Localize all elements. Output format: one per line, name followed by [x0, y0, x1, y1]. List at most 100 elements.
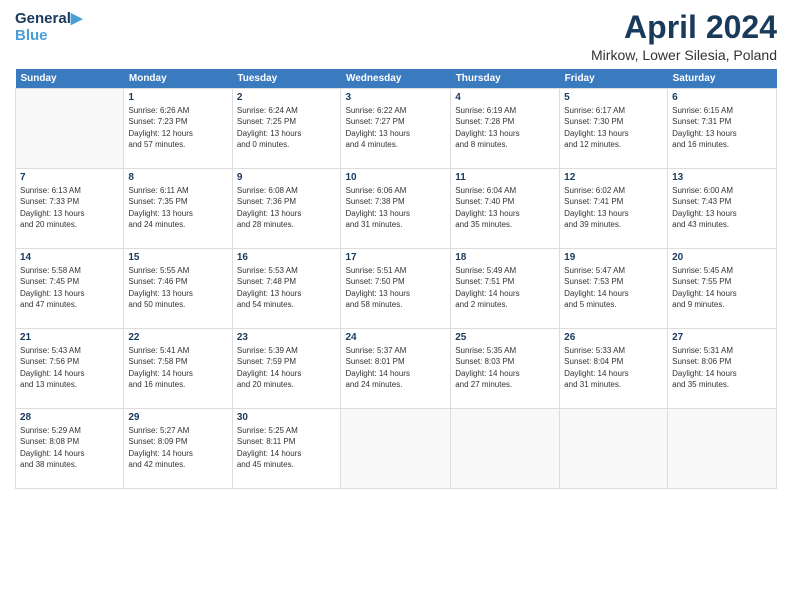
day-cell: 10 Sunrise: 6:06 AM Sunset: 7:38 PM Dayli…: [341, 169, 451, 249]
day-info: Sunrise: 6:13 AM Sunset: 7:33 PM Dayligh…: [20, 185, 119, 230]
day-cell: [560, 409, 668, 489]
header-saturday: Saturday: [668, 69, 777, 89]
week-row-3: 14 Sunrise: 5:58 AM Sunset: 7:45 PM Dayli…: [16, 249, 777, 329]
day-number: 10: [345, 172, 446, 183]
day-number: 16: [237, 252, 337, 263]
day-number: 28: [20, 412, 119, 423]
day-cell: 27Sunrise: 5:31 AM Sunset: 8:06 PM Dayli…: [668, 329, 777, 409]
day-cell: 29 Sunrise: 5:27 AM Sunset: 8:09 PM Dayli…: [124, 409, 232, 489]
day-number: 27: [672, 332, 772, 343]
day-cell: [668, 409, 777, 489]
day-info: Sunrise: 6:11 AM Sunset: 7:35 PM Dayligh…: [128, 185, 227, 230]
day-info: Sunrise: 5:47 AM Sunset: 7:53 PM Dayligh…: [564, 265, 663, 310]
day-number: 26: [564, 332, 663, 343]
day-number: 17: [345, 252, 446, 263]
day-number: 20: [672, 252, 772, 263]
day-cell: 28 Sunrise: 5:29 AM Sunset: 8:08 PM Dayli…: [16, 409, 124, 489]
day-info: Sunrise: 6:19 AM Sunset: 7:28 PM Dayligh…: [455, 105, 555, 150]
day-cell: 21 Sunrise: 5:43 AM Sunset: 7:56 PM Dayli…: [16, 329, 124, 409]
day-number: 8: [128, 172, 227, 183]
day-cell: 16Sunrise: 5:53 AM Sunset: 7:48 PM Dayli…: [232, 249, 341, 329]
day-cell: 4 Sunrise: 6:19 AM Sunset: 7:28 PM Daylig…: [451, 89, 560, 169]
day-info: Sunrise: 5:33 AM Sunset: 8:04 PM Dayligh…: [564, 345, 663, 390]
day-info: Sunrise: 6:02 AM Sunset: 7:41 PM Dayligh…: [564, 185, 663, 230]
day-info: Sunrise: 6:00 AM Sunset: 7:43 PM Dayligh…: [672, 185, 772, 230]
day-number: 18: [455, 252, 555, 263]
day-info: Sunrise: 5:45 AM Sunset: 7:55 PM Dayligh…: [672, 265, 772, 310]
day-number: 22: [128, 332, 227, 343]
day-info: Sunrise: 6:17 AM Sunset: 7:30 PM Dayligh…: [564, 105, 663, 150]
day-number: 2: [237, 92, 337, 103]
day-number: 14: [20, 252, 119, 263]
header-monday: Monday: [124, 69, 232, 89]
header-friday: Friday: [560, 69, 668, 89]
day-number: 24: [345, 332, 446, 343]
day-number: 9: [237, 172, 337, 183]
day-number: 5: [564, 92, 663, 103]
day-info: Sunrise: 5:43 AM Sunset: 7:56 PM Dayligh…: [20, 345, 119, 390]
day-cell: 19 Sunrise: 5:47 AM Sunset: 7:53 PM Dayli…: [560, 249, 668, 329]
header-wednesday: Wednesday: [341, 69, 451, 89]
day-number: 19: [564, 252, 663, 263]
day-info: Sunrise: 6:26 AM Sunset: 7:23 PM Dayligh…: [128, 105, 227, 150]
day-cell: 20 Sunrise: 5:45 AM Sunset: 7:55 PM Dayli…: [668, 249, 777, 329]
day-number: 23: [237, 332, 337, 343]
day-info: Sunrise: 6:22 AM Sunset: 7:27 PM Dayligh…: [345, 105, 446, 150]
day-cell: 23 Sunrise: 5:39 AM Sunset: 7:59 PM Dayli…: [232, 329, 341, 409]
calendar-page: General▶ Blue April 2024 Mirkow, Lower S…: [0, 0, 792, 612]
calendar-table: Sunday Monday Tuesday Wednesday Thursday…: [15, 69, 777, 489]
day-info: Sunrise: 6:06 AM Sunset: 7:38 PM Dayligh…: [345, 185, 446, 230]
day-cell: 3Sunrise: 6:22 AM Sunset: 7:27 PM Daylig…: [341, 89, 451, 169]
location: Mirkow, Lower Silesia, Poland: [591, 47, 777, 63]
day-number: 12: [564, 172, 663, 183]
day-cell: 26 Sunrise: 5:33 AM Sunset: 8:04 PM Dayli…: [560, 329, 668, 409]
day-info: Sunrise: 6:04 AM Sunset: 7:40 PM Dayligh…: [455, 185, 555, 230]
day-info: Sunrise: 5:37 AM Sunset: 8:01 PM Dayligh…: [345, 345, 446, 390]
week-row-5: 28 Sunrise: 5:29 AM Sunset: 8:08 PM Dayli…: [16, 409, 777, 489]
day-info: Sunrise: 5:49 AM Sunset: 7:51 PM Dayligh…: [455, 265, 555, 310]
day-info: Sunrise: 6:15 AM Sunset: 7:31 PM Dayligh…: [672, 105, 772, 150]
header-tuesday: Tuesday: [232, 69, 341, 89]
logo-line1: General▶: [15, 10, 82, 27]
day-info: Sunrise: 6:08 AM Sunset: 7:36 PM Dayligh…: [237, 185, 337, 230]
day-number: 15: [128, 252, 227, 263]
day-cell: 7Sunrise: 6:13 AM Sunset: 7:33 PM Daylig…: [16, 169, 124, 249]
day-cell: [451, 409, 560, 489]
day-cell: 30 Sunrise: 5:25 AM Sunset: 8:11 PM Dayli…: [232, 409, 341, 489]
calendar-header-row: Sunday Monday Tuesday Wednesday Thursday…: [16, 69, 777, 89]
day-cell: 6 Sunrise: 6:15 AM Sunset: 7:31 PM Daylig…: [668, 89, 777, 169]
day-number: 13: [672, 172, 772, 183]
day-number: 29: [128, 412, 227, 423]
title-section: April 2024 Mirkow, Lower Silesia, Poland: [591, 10, 777, 63]
day-number: 4: [455, 92, 555, 103]
day-info: Sunrise: 5:29 AM Sunset: 8:08 PM Dayligh…: [20, 425, 119, 470]
day-cell: 2Sunrise: 6:24 AM Sunset: 7:25 PM Daylig…: [232, 89, 341, 169]
day-cell: 24 Sunrise: 5:37 AM Sunset: 8:01 PM Dayli…: [341, 329, 451, 409]
day-number: 21: [20, 332, 119, 343]
day-info: Sunrise: 5:58 AM Sunset: 7:45 PM Dayligh…: [20, 265, 119, 310]
day-info: Sunrise: 5:39 AM Sunset: 7:59 PM Dayligh…: [237, 345, 337, 390]
day-info: Sunrise: 5:41 AM Sunset: 7:58 PM Dayligh…: [128, 345, 227, 390]
day-number: 25: [455, 332, 555, 343]
week-row-2: 7Sunrise: 6:13 AM Sunset: 7:33 PM Daylig…: [16, 169, 777, 249]
day-info: Sunrise: 5:25 AM Sunset: 8:11 PM Dayligh…: [237, 425, 337, 470]
day-number: 30: [237, 412, 337, 423]
day-cell: 11 Sunrise: 6:04 AM Sunset: 7:40 PM Dayli…: [451, 169, 560, 249]
day-info: Sunrise: 5:51 AM Sunset: 7:50 PM Dayligh…: [345, 265, 446, 310]
day-number: 11: [455, 172, 555, 183]
day-info: Sunrise: 5:27 AM Sunset: 8:09 PM Dayligh…: [128, 425, 227, 470]
day-cell: 17 Sunrise: 5:51 AM Sunset: 7:50 PM Dayli…: [341, 249, 451, 329]
day-info: Sunrise: 5:35 AM Sunset: 8:03 PM Dayligh…: [455, 345, 555, 390]
day-cell: 18 Sunrise: 5:49 AM Sunset: 7:51 PM Dayli…: [451, 249, 560, 329]
day-cell: 8 Sunrise: 6:11 AM Sunset: 7:35 PM Daylig…: [124, 169, 232, 249]
day-cell: 1Sunrise: 6:26 AM Sunset: 7:23 PM Daylig…: [124, 89, 232, 169]
day-number: 6: [672, 92, 772, 103]
week-row-4: 21 Sunrise: 5:43 AM Sunset: 7:56 PM Dayli…: [16, 329, 777, 409]
day-cell: 14 Sunrise: 5:58 AM Sunset: 7:45 PM Dayli…: [16, 249, 124, 329]
day-cell: 12 Sunrise: 6:02 AM Sunset: 7:41 PM Dayli…: [560, 169, 668, 249]
header-thursday: Thursday: [451, 69, 560, 89]
calendar-body: 1Sunrise: 6:26 AM Sunset: 7:23 PM Daylig…: [16, 89, 777, 489]
day-cell: [341, 409, 451, 489]
day-info: Sunrise: 5:55 AM Sunset: 7:46 PM Dayligh…: [128, 265, 227, 310]
logo-line2: Blue: [15, 27, 82, 44]
